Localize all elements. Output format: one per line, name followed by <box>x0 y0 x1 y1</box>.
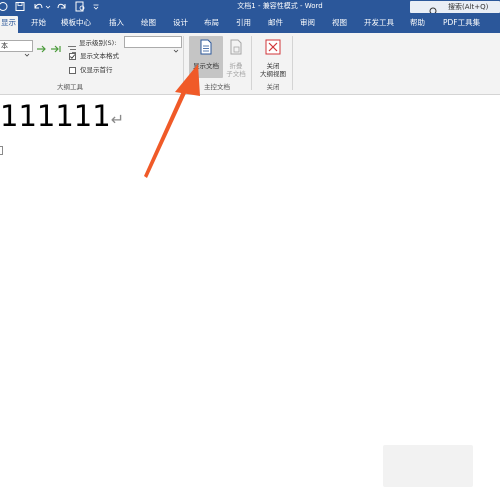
outline-tools-group-label: 大纲工具 <box>57 83 83 91</box>
watermark-area <box>383 445 473 487</box>
show-text-format-label: 显示文本格式 <box>80 52 119 60</box>
tab-review[interactable]: 审阅 <box>300 17 315 28</box>
collapse-subdocs-label-line2: 子文档 <box>226 70 246 78</box>
tab-view[interactable]: 视图 <box>332 17 347 28</box>
search-placeholder: 搜索(Alt+Q) <box>448 3 489 11</box>
paragraph-mark: ↵ <box>110 110 125 129</box>
tab-home[interactable]: 开始 <box>31 17 46 28</box>
search-box[interactable]: 搜索(Alt+Q) <box>410 1 500 17</box>
show-document-button[interactable]: 显示文档 <box>189 36 223 78</box>
collapse-subdocuments-button[interactable]: 折叠 子文档 <box>223 36 249 80</box>
title-bar: 文档1 - 兼容性模式 - Word 搜索(Alt+Q) <box>0 0 500 17</box>
tab-help[interactable]: 帮助 <box>410 17 425 28</box>
tab-template-center[interactable]: 模板中心 <box>61 17 91 28</box>
save-as-icon[interactable] <box>0 0 10 13</box>
demote-to-body-icon[interactable] <box>50 40 62 59</box>
tab-draw[interactable]: 绘图 <box>141 17 156 28</box>
close-icon <box>265 39 281 59</box>
annotation-arrow-shaft <box>144 89 187 178</box>
group-divider <box>183 36 184 90</box>
first-line-only-label: 仅显示首行 <box>80 66 113 74</box>
tab-pdf-tools[interactable]: PDF工具集 <box>443 17 480 28</box>
paragraph-text: 111111 <box>0 99 111 133</box>
tab-mailings[interactable]: 邮件 <box>268 17 283 28</box>
outline-paragraph[interactable]: 111111↵ <box>0 97 124 139</box>
chevron-down-icon <box>173 39 179 58</box>
close-outline-label-line1: 关闭 <box>266 62 280 70</box>
tab-design[interactable]: 设计 <box>173 17 188 28</box>
checkbox-box <box>69 53 76 60</box>
collapse-subdocs-label-line1: 折叠 <box>229 62 243 70</box>
print-preview-icon[interactable] <box>74 0 86 13</box>
show-level-select[interactable] <box>124 36 182 53</box>
demote-arrow-icon[interactable] <box>36 40 48 59</box>
redo-icon[interactable] <box>56 0 68 13</box>
empty-paragraph-marker <box>0 146 3 155</box>
group-divider <box>292 36 293 90</box>
checkbox-box <box>69 67 76 74</box>
tab-layout[interactable]: 布局 <box>204 17 219 28</box>
ribbon: 本 显示级别(S): 显示文本格式 仅显示首行 大纲工具 显示文档 折叠 子文档… <box>0 33 500 95</box>
ribbon-tabs: 显示 开始 模板中心 插入 绘图 设计 布局 引用 邮件 审阅 视图 开发工具 … <box>0 13 500 33</box>
document-icon <box>199 39 213 59</box>
close-group-label: 关闭 <box>266 83 280 91</box>
undo-dropdown-icon[interactable] <box>45 0 51 13</box>
show-level-label: 显示级别(S): <box>79 39 117 47</box>
tab-outline-display[interactable]: 显示 <box>0 16 18 33</box>
show-document-label: 显示文档 <box>193 62 219 70</box>
subdocument-icon <box>229 39 243 59</box>
outline-level-value: 本 <box>1 42 8 50</box>
save-icon[interactable] <box>14 0 26 13</box>
close-outline-view-button[interactable]: 关闭 大纲视图 <box>254 36 292 80</box>
undo-icon[interactable] <box>32 0 45 13</box>
tab-insert[interactable]: 插入 <box>109 17 124 28</box>
master-document-group-label: 主控文档 <box>204 83 230 91</box>
group-divider <box>251 36 252 90</box>
chevron-down-icon <box>24 43 30 62</box>
customize-qat-icon[interactable] <box>92 0 100 13</box>
document-title: 文档1 - 兼容性模式 - Word <box>237 2 323 10</box>
outline-level-select[interactable]: 本 <box>0 40 33 57</box>
close-outline-label-line2: 大纲视图 <box>260 70 286 78</box>
tab-developer[interactable]: 开发工具 <box>364 17 394 28</box>
tab-references[interactable]: 引用 <box>236 17 251 28</box>
